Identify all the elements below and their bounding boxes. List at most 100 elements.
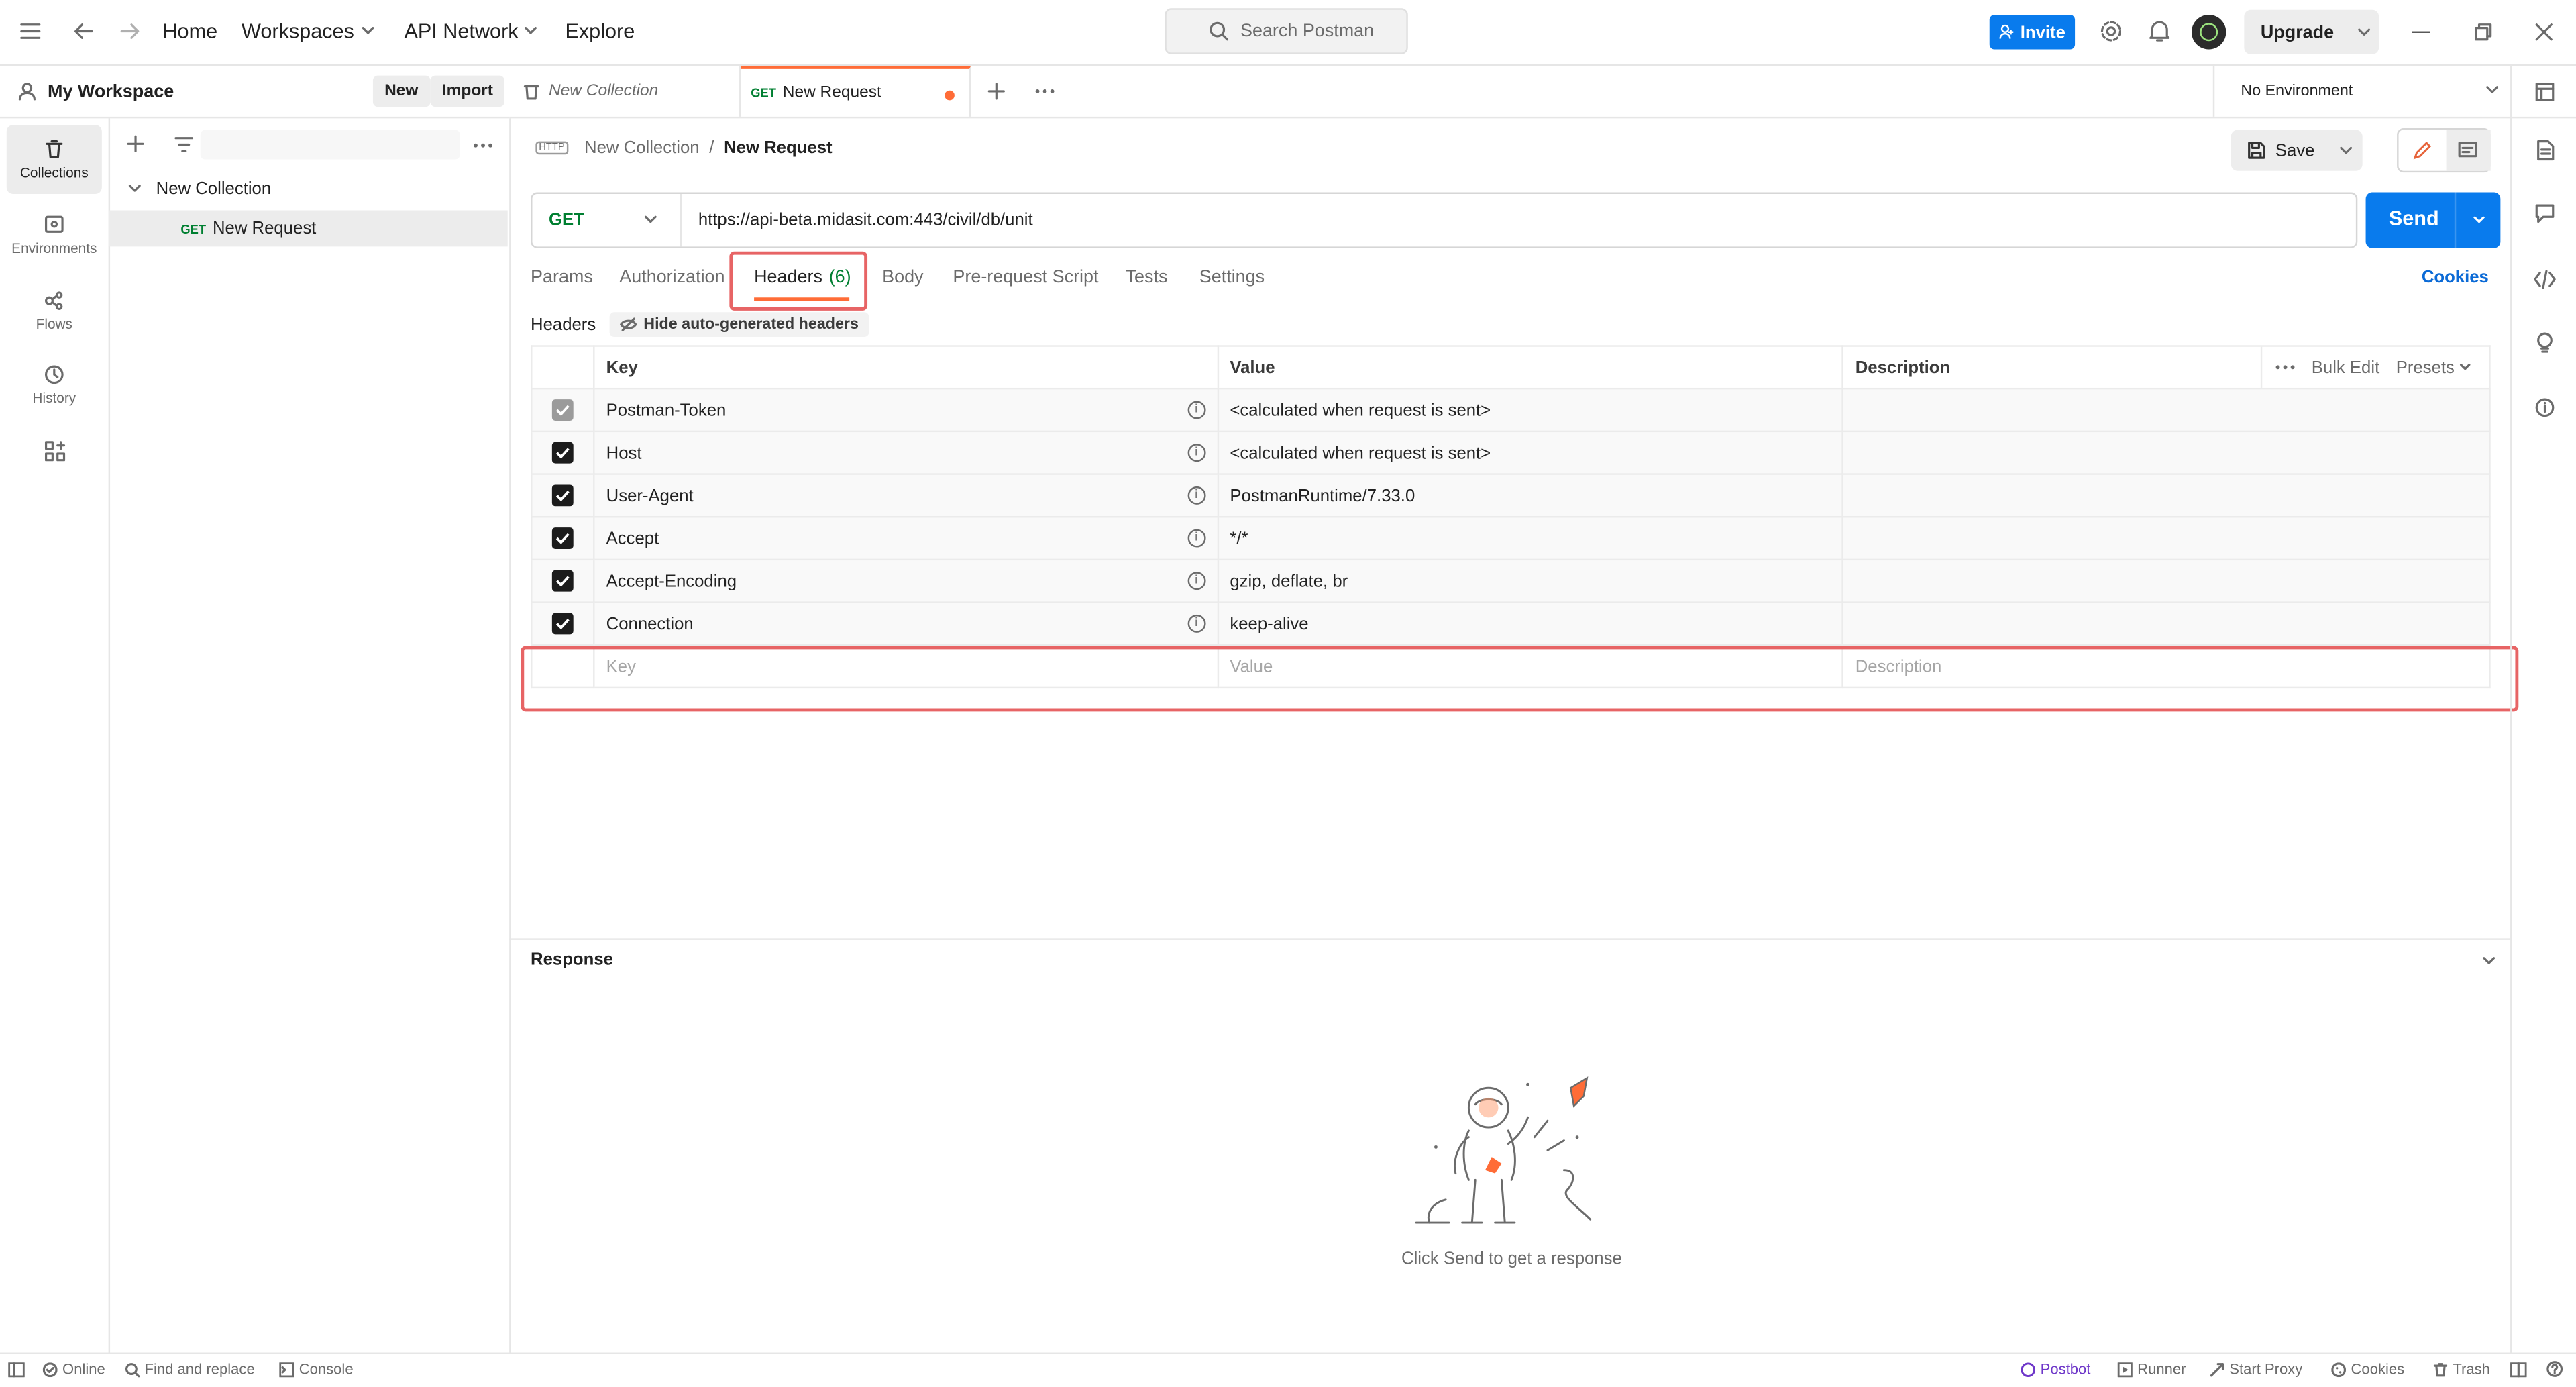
menu-icon[interactable] — [19, 21, 41, 41]
runner-button[interactable]: Runner — [2117, 1361, 2186, 1377]
info-icon[interactable]: i — [1187, 443, 1205, 461]
header-key[interactable]: Postman-Token — [606, 400, 727, 419]
online-status[interactable]: Online — [42, 1361, 105, 1377]
two-pane-layout-icon[interactable] — [2510, 1362, 2527, 1378]
avatar[interactable] — [2191, 15, 2226, 50]
new-button[interactable]: New — [372, 75, 430, 107]
search-input[interactable]: Search Postman — [1165, 8, 1408, 54]
bulk-edit-link[interactable]: Bulk Edit — [2312, 358, 2379, 377]
method-select[interactable]: GET — [532, 193, 682, 247]
chevron-down-icon[interactable] — [2473, 215, 2486, 225]
forward-arrow-icon[interactable] — [120, 21, 142, 41]
sidebar-item-history[interactable]: History — [7, 350, 102, 419]
tab-body[interactable]: Body — [882, 268, 923, 287]
code-icon[interactable] — [2533, 270, 2556, 289]
notifications-bell-icon[interactable] — [2149, 19, 2170, 42]
comments-icon[interactable] — [2535, 204, 2555, 223]
postbot-button[interactable]: Postbot — [2021, 1361, 2090, 1377]
header-value[interactable]: <calculated when request is sent> — [1230, 400, 1491, 419]
presets-dropdown[interactable]: Presets — [2396, 358, 2471, 377]
tab-new-request[interactable]: GET New Request — [741, 65, 971, 117]
breadcrumb-request[interactable]: New Request — [724, 138, 832, 158]
info-icon[interactable]: i — [1187, 400, 1205, 419]
request-item[interactable]: GET New Request — [108, 210, 508, 247]
import-button[interactable]: Import — [430, 75, 505, 107]
header-description[interactable] — [1842, 515, 2491, 561]
nav-explore[interactable]: Explore — [565, 19, 635, 42]
header-value[interactable]: PostmanRuntime/7.33.0 — [1230, 486, 1415, 505]
more-tabs-icon[interactable] — [1035, 89, 1055, 93]
find-and-replace[interactable]: Find and replace — [125, 1361, 255, 1377]
row-checkbox[interactable] — [551, 399, 574, 421]
environment-quicklook-icon[interactable] — [2535, 82, 2555, 101]
header-value[interactable]: <calculated when request is sent> — [1230, 443, 1491, 462]
trash-button[interactable]: Trash — [2433, 1361, 2490, 1377]
tab-settings[interactable]: Settings — [1199, 268, 1265, 287]
invite-button[interactable]: Invite — [1989, 15, 2076, 50]
edit-pencil-icon[interactable] — [2412, 140, 2433, 161]
tab-tests[interactable]: Tests — [1126, 268, 1168, 287]
restore-window-icon[interactable] — [2474, 23, 2492, 41]
nav-api-network[interactable]: API Network — [404, 19, 538, 43]
hide-auto-generated-toggle[interactable]: Hide auto-generated headers — [608, 312, 869, 338]
sidebar-item-flows[interactable]: Flows — [7, 276, 102, 345]
header-value[interactable]: */* — [1230, 528, 1248, 548]
header-key[interactable]: Host — [606, 443, 642, 462]
environment-selector[interactable]: No Environment — [2212, 65, 2512, 117]
tab-prerequest-script[interactable]: Pre-request Script — [953, 268, 1098, 287]
chevron-down-icon[interactable] — [2339, 146, 2353, 156]
info-icon[interactable]: i — [1187, 485, 1205, 504]
header-description[interactable] — [1842, 387, 2491, 433]
more-options-icon[interactable] — [473, 143, 492, 148]
tab-params[interactable]: Params — [531, 268, 593, 287]
chevron-down-icon[interactable] — [2482, 956, 2496, 966]
header-key[interactable]: Accept — [606, 528, 659, 548]
new-tab-plus-icon[interactable] — [987, 82, 1006, 100]
header-key[interactable]: Connection — [606, 614, 694, 633]
header-description[interactable] — [1842, 473, 2491, 518]
settings-gear-icon[interactable] — [2100, 19, 2123, 42]
row-checkbox[interactable] — [551, 570, 574, 592]
save-button[interactable]: Save — [2231, 130, 2363, 171]
info-icon[interactable]: i — [1187, 528, 1205, 547]
filter-icon[interactable] — [174, 136, 194, 152]
start-proxy-button[interactable]: Start Proxy — [2210, 1361, 2302, 1377]
collection-item[interactable]: New Collection — [128, 179, 271, 199]
header-description[interactable] — [1842, 601, 2491, 646]
documentation-icon[interactable] — [2535, 140, 2555, 161]
nav-workspaces[interactable]: Workspaces — [241, 19, 374, 43]
add-icon[interactable] — [127, 135, 145, 153]
info-icon[interactable]: i — [1187, 571, 1205, 589]
url-input[interactable]: https://api-beta.midasit.com:443/civil/d… — [698, 210, 1033, 229]
lightbulb-icon[interactable] — [2535, 332, 2555, 354]
tab-new-collection[interactable]: New Collection — [509, 65, 741, 117]
row-checkbox[interactable] — [551, 613, 574, 635]
minimize-icon[interactable] — [2412, 31, 2430, 33]
help-icon[interactable] — [2546, 1361, 2563, 1377]
toggle-sidebar-icon[interactable] — [8, 1362, 25, 1378]
header-description[interactable] — [1842, 558, 2491, 603]
tab-authorization[interactable]: Authorization — [619, 268, 724, 287]
header-description[interactable] — [1842, 430, 2491, 475]
header-key[interactable]: Accept-Encoding — [606, 571, 737, 590]
comments-mode-button[interactable] — [2446, 130, 2491, 171]
row-checkbox[interactable] — [551, 484, 574, 507]
more-options-icon[interactable] — [2275, 365, 2295, 370]
header-key[interactable]: User-Agent — [606, 486, 694, 505]
header-value[interactable]: gzip, deflate, br — [1230, 571, 1348, 590]
send-button[interactable]: Send — [2365, 192, 2501, 248]
sidebar-item-environments[interactable]: Environments — [7, 201, 102, 270]
sidebar-item-collections[interactable]: Collections — [6, 125, 102, 194]
row-checkbox[interactable] — [551, 442, 574, 464]
close-icon[interactable] — [2535, 23, 2553, 41]
chevron-down-icon[interactable] — [2357, 27, 2370, 37]
back-arrow-icon[interactable] — [72, 21, 94, 41]
sidebar-item-configure[interactable] — [7, 431, 102, 470]
header-value[interactable]: keep-alive — [1230, 614, 1308, 633]
breadcrumb-collection[interactable]: New Collection — [584, 138, 700, 158]
cookies-button[interactable]: Cookies — [2331, 1361, 2404, 1377]
row-checkbox[interactable] — [551, 527, 574, 549]
info-icon[interactable] — [2535, 398, 2555, 417]
nav-home[interactable]: Home — [162, 19, 217, 42]
cookies-link[interactable]: Cookies — [2422, 268, 2489, 287]
